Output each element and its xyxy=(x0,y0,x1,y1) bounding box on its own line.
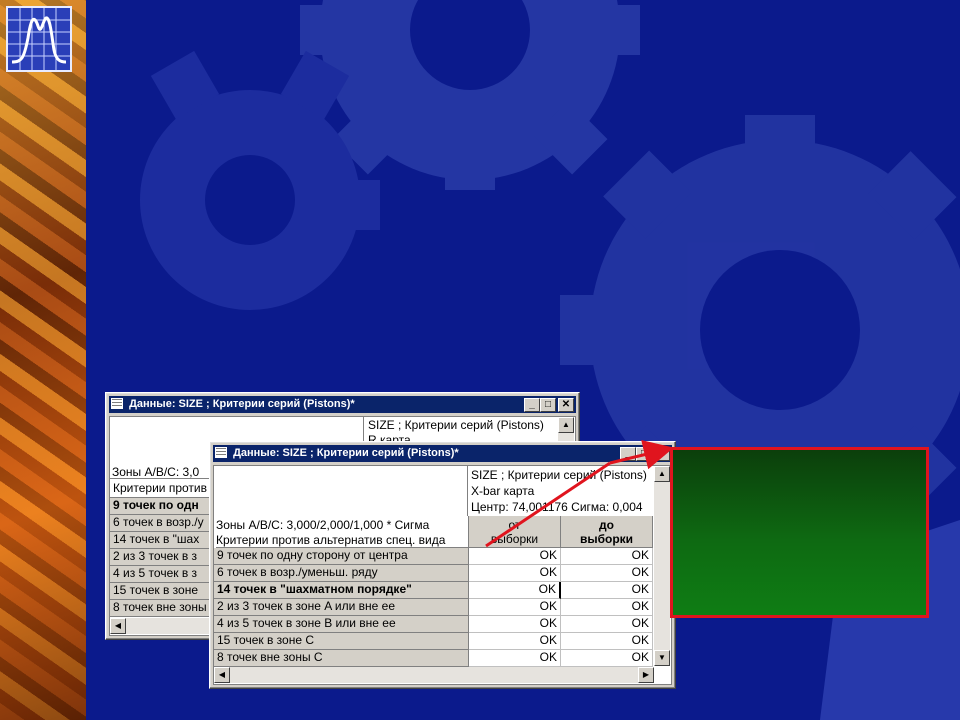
front-header-blank xyxy=(214,466,468,516)
criterion-row-label[interactable]: 8 точек вне зоны C xyxy=(214,650,469,667)
back-criterion-row[interactable]: 4 из 5 точек в з xyxy=(110,566,210,583)
result-to-sample-cell[interactable]: OK xyxy=(561,616,653,633)
front-header-line2: X-bar карта xyxy=(471,484,535,498)
decorative-side-strip xyxy=(0,0,86,720)
maximize-button[interactable]: □ xyxy=(540,398,556,412)
result-from-sample-cell[interactable]: OK xyxy=(469,548,561,565)
front-window-title-bar[interactable]: Данные: SIZE ; Критерии серий (Pistons)*… xyxy=(213,445,672,462)
column-header-to-line1: до xyxy=(599,518,614,532)
front-criteria-label: Критерии против альтернатив спец. вида xyxy=(216,533,468,548)
column-header-to-sample[interactable]: до выборки xyxy=(561,516,653,548)
close-button[interactable]: ✕ xyxy=(654,447,670,461)
criterion-row-label[interactable]: 4 из 5 точек в зоне B или вне ее xyxy=(214,616,469,633)
column-header-from-line1: от xyxy=(508,518,521,532)
front-vertical-scrollbar[interactable]: ▲ ▼ xyxy=(654,466,670,666)
front-window-title: Данные: SIZE ; Критерии серий (Pistons)* xyxy=(233,447,459,459)
result-to-sample-cell[interactable]: OK xyxy=(561,582,653,599)
back-criterion-row[interactable]: 6 точек в возр./у xyxy=(110,515,210,532)
table-grid-icon xyxy=(111,398,123,409)
criterion-row-label[interactable]: 6 точек в возр./уменьш. ряду xyxy=(214,565,469,582)
back-zones-label: Зоны A/B/C: 3,0 xyxy=(112,465,200,479)
scroll-right-arrow-icon[interactable]: ▶ xyxy=(638,667,654,683)
front-horizontal-scrollbar[interactable]: ◀ ▶ xyxy=(214,667,654,683)
back-horizontal-scrollbar[interactable]: ◀ xyxy=(110,618,210,634)
criterion-row-label[interactable]: 2 из 3 точек в зоне A или вне ее xyxy=(214,599,469,616)
back-criterion-row[interactable]: 15 точек в зоне xyxy=(110,583,210,600)
scroll-up-arrow-icon[interactable]: ▲ xyxy=(654,466,670,482)
front-data-window[interactable]: Данные: SIZE ; Критерии серий (Pistons)*… xyxy=(209,441,676,689)
scroll-up-arrow-icon[interactable]: ▲ xyxy=(558,417,574,433)
minimize-button[interactable]: _ xyxy=(524,398,540,412)
front-window-spreadsheet[interactable]: SIZE ; Критерии серий (Pistons) X-bar ка… xyxy=(213,465,672,685)
criterion-row-label[interactable]: 9 точек по одну сторону от центра xyxy=(214,548,469,565)
criterion-row-label[interactable]: 15 точек в зоне C xyxy=(214,633,469,650)
scroll-left-arrow-icon[interactable]: ◀ xyxy=(110,618,126,634)
back-criterion-row[interactable]: 2 из 3 точек в з xyxy=(110,549,210,566)
back-criteria-label: Критерии против xyxy=(110,481,210,498)
table-grid-icon xyxy=(215,447,227,458)
close-button[interactable]: ✕ xyxy=(558,398,574,412)
result-from-sample-cell[interactable]: OK xyxy=(469,633,561,650)
back-header-line1: SIZE ; Критерии серий (Pistons) xyxy=(368,418,544,432)
back-criterion-row[interactable]: 14 точек в "шах xyxy=(110,532,210,549)
minimize-button[interactable]: _ xyxy=(620,447,636,461)
back-window-title-bar[interactable]: Данные: SIZE ; Критерии серий (Pistons)*… xyxy=(109,396,576,413)
highlight-panel xyxy=(670,447,929,618)
column-header-from-line2: выборки xyxy=(490,532,539,546)
criterion-row-label[interactable]: 14 точек в "шахматном порядке" xyxy=(214,582,469,599)
result-from-sample-cell[interactable]: OK xyxy=(469,650,561,667)
result-to-sample-cell[interactable]: OK xyxy=(561,565,653,582)
back-criterion-row[interactable]: 9 точек по одн xyxy=(110,498,210,515)
result-from-sample-cell[interactable]: OK xyxy=(469,565,561,582)
column-header-to-line2: выборки xyxy=(579,532,634,546)
front-header-line1: SIZE ; Критерии серий (Pistons) xyxy=(471,468,647,482)
result-from-sample-cell[interactable]: OK xyxy=(469,599,561,616)
back-window-title: Данные: SIZE ; Критерии серий (Pistons)* xyxy=(129,398,355,410)
result-to-sample-cell[interactable]: OK xyxy=(561,650,653,667)
result-to-sample-cell[interactable]: OK xyxy=(561,633,653,650)
front-header-line3: Центр: 74,001176 Сигма: 0,004 xyxy=(471,500,643,514)
result-to-sample-cell[interactable]: OK xyxy=(561,599,653,616)
column-header-from-sample[interactable]: от выборки xyxy=(469,516,561,548)
result-to-sample-cell[interactable]: OK xyxy=(561,548,653,565)
maximize-button[interactable]: □ xyxy=(636,447,652,461)
result-from-sample-cell[interactable]: OK xyxy=(469,616,561,633)
scroll-down-arrow-icon[interactable]: ▼ xyxy=(654,650,670,666)
back-criterion-row[interactable]: 8 точек вне зоны xyxy=(110,600,210,617)
scroll-left-arrow-icon[interactable]: ◀ xyxy=(214,667,230,683)
result-from-sample-cell[interactable]: OK xyxy=(469,582,561,599)
normal-distribution-chart-icon xyxy=(6,6,72,72)
front-zones-label: Зоны A/B/C: 3,000/2,000/1,000 * Сигма xyxy=(216,518,430,532)
